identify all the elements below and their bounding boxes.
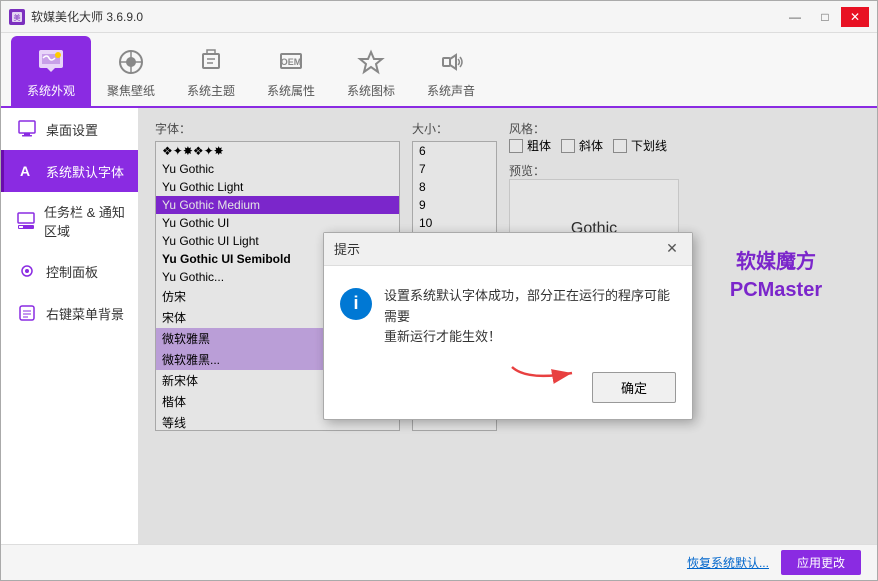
sidebar-label-font: 系统默认字体 — [46, 162, 124, 181]
sidebar-label-contextmenu: 右键菜单背景 — [46, 304, 124, 323]
close-button[interactable]: ✕ — [841, 7, 869, 27]
tab-bar: 系统外观 聚焦壁纸 系统主题 — [1, 33, 877, 108]
tab-properties[interactable]: OEM 系统属性 — [251, 36, 331, 106]
theme-icon — [195, 46, 227, 78]
wallpaper-icon — [115, 46, 147, 78]
tab-system-appearance-label: 系统外观 — [27, 82, 75, 99]
title-bar: 美 软媒美化大师 3.6.9.0 — □ ✕ — [1, 1, 877, 33]
desktop-icon — [16, 118, 38, 140]
arrow-icon — [507, 359, 587, 387]
dialog-close-button[interactable]: ✕ — [662, 239, 682, 259]
taskbar-icon — [16, 210, 36, 232]
bottom-bar: 恢复系统默认... 应用更改 — [1, 544, 877, 580]
dialog-overlay: 提示 ✕ i 设置系统默认字体成功，部分正在运行的程序可能需要重新运行才能生效！ — [139, 108, 877, 544]
svg-text:OEM: OEM — [281, 57, 302, 67]
tab-sound[interactable]: 系统声音 — [411, 36, 491, 106]
dialog-title: 提示 — [334, 239, 360, 258]
sidebar-label-taskbar: 任务栏 & 通知区域 — [44, 202, 126, 240]
tab-theme-label: 系统主题 — [187, 82, 235, 99]
dialog-message: 设置系统默认字体成功，部分正在运行的程序可能需要重新运行才能生效！ — [384, 286, 676, 348]
tab-properties-label: 系统属性 — [267, 82, 315, 99]
tab-sound-label: 系统声音 — [427, 82, 475, 99]
dialog-body: i 设置系统默认字体成功，部分正在运行的程序可能需要重新运行才能生效！ — [324, 266, 692, 364]
maximize-button[interactable]: □ — [811, 7, 839, 27]
svg-text:A: A — [20, 163, 30, 179]
sound-icon — [435, 46, 467, 78]
sidebar-item-font[interactable]: A 系统默认字体 — [1, 150, 138, 192]
main-content: 桌面设置 A 系统默认字体 任务栏 & 通知区 — [1, 108, 877, 544]
sidebar: 桌面设置 A 系统默认字体 任务栏 & 通知区 — [1, 108, 139, 544]
content-area: 字体： ❖✦✸❖✦✸ Yu Gothic Yu Gothic Light Yu … — [139, 108, 877, 544]
tab-wallpaper-label: 聚焦壁纸 — [107, 82, 155, 99]
sidebar-item-desktop[interactable]: 桌面设置 — [1, 108, 138, 150]
tab-icons[interactable]: 系统图标 — [331, 36, 411, 106]
controlpanel-icon — [16, 260, 38, 282]
properties-icon: OEM — [275, 46, 307, 78]
system-appearance-icon — [35, 46, 67, 78]
sidebar-label-desktop: 桌面设置 — [46, 120, 98, 139]
app-icon: 美 — [9, 9, 25, 25]
sidebar-item-taskbar[interactable]: 任务栏 & 通知区域 — [1, 192, 138, 250]
apply-button[interactable]: 应用更改 — [781, 550, 861, 575]
dialog-footer: 确定 — [324, 364, 692, 419]
tab-theme[interactable]: 系统主题 — [171, 36, 251, 106]
tab-icons-label: 系统图标 — [347, 82, 395, 99]
window-title: 软媒美化大师 3.6.9.0 — [31, 8, 781, 25]
restore-link[interactable]: 恢复系统默认... — [687, 554, 769, 571]
dialog-info-icon: i — [340, 288, 372, 320]
dialog-ok-button[interactable]: 确定 — [592, 372, 676, 403]
sidebar-item-controlpanel[interactable]: 控制面板 — [1, 250, 138, 292]
tab-wallpaper[interactable]: 聚焦壁纸 — [91, 36, 171, 106]
dialog: 提示 ✕ i 设置系统默认字体成功，部分正在运行的程序可能需要重新运行才能生效！ — [323, 232, 693, 420]
window-controls: — □ ✕ — [781, 7, 869, 27]
sidebar-label-controlpanel: 控制面板 — [46, 262, 98, 281]
minimize-button[interactable]: — — [781, 7, 809, 27]
sidebar-item-contextmenu[interactable]: 右键菜单背景 — [1, 292, 138, 334]
font-icon: A — [16, 160, 38, 182]
icons-icon — [355, 46, 387, 78]
dialog-title-bar: 提示 ✕ — [324, 233, 692, 266]
contextmenu-icon — [16, 302, 38, 324]
main-window: 美 软媒美化大师 3.6.9.0 — □ ✕ 系统外观 — [0, 0, 878, 581]
svg-text:美: 美 — [14, 13, 21, 22]
tab-system-appearance[interactable]: 系统外观 — [11, 36, 91, 106]
